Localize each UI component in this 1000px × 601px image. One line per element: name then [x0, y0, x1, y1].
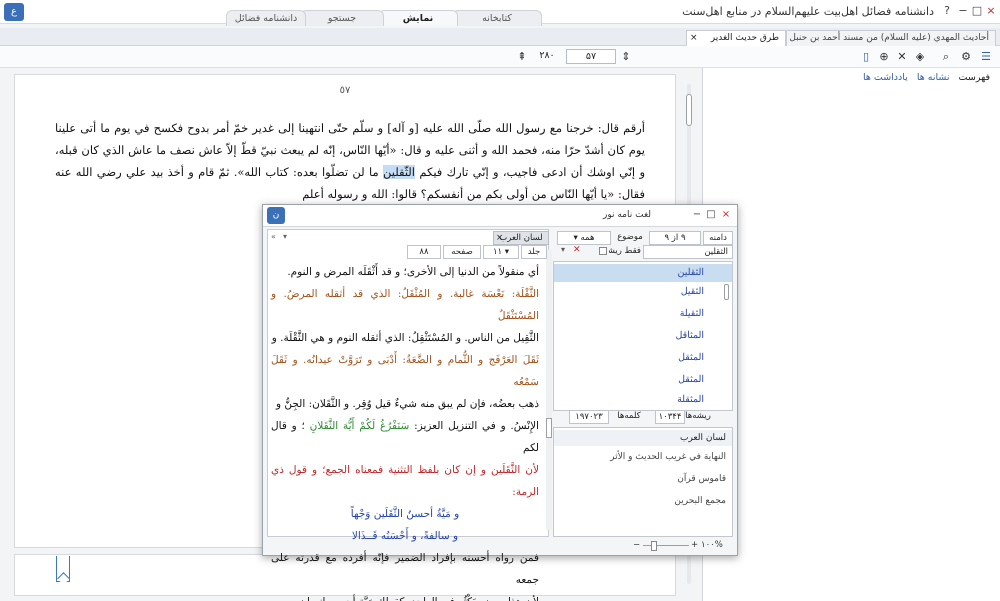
text-line-5: ذهب بعضُه، فإن لم يبق منه شيءٌ قيل وُقِر… — [275, 398, 539, 410]
volume-label: جلد — [521, 245, 547, 259]
domain-label: دامنه — [703, 231, 733, 245]
current-page-input[interactable]: ۵۷ — [566, 49, 616, 64]
text-line-4: ثَقَلَ العَرْفَج و الثُّمام و الضَّعَةُ:… — [271, 354, 539, 388]
tab-search[interactable]: جستجو — [300, 10, 384, 26]
topic-label: موضوع — [617, 232, 643, 242]
page-up-icon[interactable]: ⇞ — [514, 49, 530, 65]
page-number: ٥٧ — [339, 85, 351, 96]
source-item[interactable]: مجمع البحرين — [674, 496, 726, 506]
roots-count: ۱۰۳۴۴ — [655, 410, 685, 424]
result-count: ۹ از ۹ — [649, 231, 701, 245]
doc-tab-ghadir[interactable]: طرق حديث الغدير × — [686, 30, 786, 46]
side-panel-tabs: فهرست نشانه ها یادداشت ها — [857, 72, 990, 83]
source-tab[interactable]: لسان العرب × — [493, 231, 549, 245]
page-select[interactable]: ۸۸ — [407, 245, 441, 259]
dictionary-text-scrollbar[interactable] — [546, 250, 552, 530]
page-label: صفحه — [443, 245, 481, 259]
highlighted-word[interactable]: الثّقلين — [382, 165, 416, 179]
roots-label: ریشه‌ها — [685, 411, 711, 421]
page-stepper-icon[interactable]: ⇕ — [618, 49, 634, 65]
word-item[interactable]: الثقيلة — [680, 308, 704, 319]
word-item[interactable]: المثقلة — [677, 394, 704, 405]
list-view-icon[interactable]: ☰ — [978, 49, 994, 65]
text-line-6a: الإِنْسُ. و في التنزيل العزيز: — [414, 420, 539, 432]
tab-display[interactable]: نمایش — [378, 10, 458, 26]
toolbar: ☰ ⚙ ⌕ ◈ ✕ ⊕ ▯ ⇕ ۵۷ ۲۸۰ ⇞ — [0, 46, 1000, 68]
search-icon[interactable]: ⌕ — [938, 49, 954, 65]
source-item[interactable]: قاموس قرآن — [677, 474, 726, 484]
document-tabs: أحاديث المهدي (عليه السلام) من مسند أحمد… — [0, 28, 1000, 46]
tab-library[interactable]: کتابخانه — [452, 10, 542, 26]
close-tab-icon[interactable]: × — [690, 31, 698, 46]
word-item[interactable]: المثاقل — [675, 330, 704, 341]
word-item[interactable]: الثقيل — [681, 286, 704, 297]
text-line-9: لأن هذا موضع يَكْثُر فيه الواحد، كقولك م… — [271, 591, 539, 601]
volume-value: ۱۱ — [492, 247, 503, 257]
document-text[interactable]: أرقم قال: خرجنا مع رسول الله صلّى الله ع… — [55, 117, 645, 205]
tag-icon[interactable]: ◈ — [912, 49, 928, 65]
tab-encyclopedia[interactable]: دانشنامه فضائل — [226, 10, 306, 26]
chevron-left-icon[interactable]: « — [271, 232, 276, 241]
doc-tab-ghadir-label: طرق حديث الغدير — [710, 33, 779, 43]
quran-verse: سَنَفْرُغُ لَكُمْ أَيُّهَ الثَّقَلانِ — [309, 420, 410, 432]
text-line-3: الثَّقِيل من الناس. و المُسْتَثْقِلُ: ال… — [271, 332, 539, 344]
zoom-out-icon[interactable]: − — [633, 540, 640, 550]
fit-icon[interactable]: ✕ — [894, 49, 910, 65]
text-line-1: أي منقولاً من الدنيا إلى الأخرى؛ و قد أَ… — [287, 266, 539, 278]
word-item[interactable]: الثقلين — [554, 264, 732, 282]
chevron-down-icon[interactable]: ▾ — [283, 232, 287, 241]
zoom-slider-thumb[interactable] — [651, 541, 657, 551]
zoom-level: ۱۰۰% — [701, 540, 723, 550]
word-item[interactable]: المثقل — [678, 352, 704, 363]
root-only-checkbox[interactable] — [599, 247, 607, 255]
main-tabs: کتابخانه نمایش جستجو دانشنامه فضائل — [0, 10, 1000, 26]
side-panel: فهرست نشانه ها یادداشت ها — [702, 68, 1000, 601]
scrollbar-thumb[interactable] — [686, 94, 692, 126]
text-line-6: الإِنْسُ. و في التنزيل العزيز: سَنَفْرُغ… — [271, 415, 539, 459]
volume-select[interactable]: ۱۱ ▾ — [483, 245, 519, 259]
side-tab-notes[interactable]: یادداشت ها — [863, 72, 908, 83]
words-count: ۱۹۷۰۲۳ — [569, 410, 609, 424]
zoom-in-icon[interactable]: + — [691, 540, 698, 550]
clear-search-icon[interactable]: ✕ — [573, 245, 581, 255]
source-tab-label: لسان العرب — [499, 233, 543, 243]
source-tab-close-icon[interactable]: × — [496, 232, 503, 244]
zoom-icon[interactable]: ⊕ — [876, 49, 892, 65]
source-list: لسان العرب النهاية في غريب الحديث و الأث… — [553, 427, 733, 537]
root-only-label: فقط ریشه — [609, 246, 641, 256]
source-item[interactable]: النهاية في غريب الحديث و الأثر — [610, 452, 726, 462]
zoom-slider[interactable] — [643, 545, 689, 546]
side-tab-contents[interactable]: فهرست — [959, 72, 990, 83]
side-tab-bookmarks[interactable]: نشانه ها — [917, 72, 950, 83]
dialog-maximize-icon[interactable]: □ — [705, 209, 717, 220]
total-pages: ۲۸۰ — [539, 50, 555, 61]
dictionary-dialog: ن لغت نامه نور − □ × لسان العرب × « ▾ جل… — [262, 204, 738, 601]
topic-select[interactable]: همه ▾ — [557, 231, 611, 245]
topic-value: همه — [580, 233, 595, 243]
doc-tab-mahdi-label: أحاديث المهدي (عليه السلام) من مسند أحمد… — [789, 33, 989, 43]
dialog-close-icon[interactable]: × — [720, 209, 732, 220]
text-line-8: فمن رواه أحسنه بإفراد الضمير فإنّه أفرده… — [271, 552, 539, 586]
bookmark-icon[interactable] — [56, 556, 70, 582]
poem-line-1: و مَيَّةُ أحسنُ الثَّقَلَين وَجْهاً — [350, 508, 460, 520]
search-dropdown-icon[interactable]: ▾ — [561, 245, 565, 254]
text-line-2: الثَّقْلَة: نَعْسَة غالبة. و المُثْقَلُ:… — [271, 288, 539, 322]
text-line-7: لأن الثَّقَلَين و إن كان بلفظ التثنية فم… — [271, 464, 539, 498]
bookmark-toolbar-icon[interactable]: ▯ — [858, 49, 874, 65]
dialog-minimize-icon[interactable]: − — [691, 209, 703, 220]
dictionary-scrollbar-thumb[interactable] — [546, 418, 552, 438]
words-label: کلمه‌ها — [617, 411, 641, 421]
dialog-status-bar: − + ۱۰۰% — [267, 539, 733, 553]
page-value: ۸۸ — [419, 247, 429, 257]
search-input[interactable]: الثقلين — [643, 245, 733, 259]
word-item[interactable]: المثقل — [678, 374, 704, 385]
dialog-title: لغت نامه نور — [603, 210, 652, 220]
gear-icon[interactable]: ⚙ — [958, 49, 974, 65]
source-item[interactable]: لسان العرب — [554, 430, 732, 446]
dialog-title-bar: ن لغت نامه نور − □ × — [263, 205, 737, 227]
word-list: الثقلين الثقيل الثقيلة المثاقل المثقل ال… — [553, 261, 733, 411]
word-list-scrollbar[interactable] — [724, 284, 729, 300]
dialog-logo-icon: ن — [267, 207, 285, 224]
doc-tab-mahdi[interactable]: أحاديث المهدي (عليه السلام) من مسند أحمد… — [786, 30, 996, 46]
